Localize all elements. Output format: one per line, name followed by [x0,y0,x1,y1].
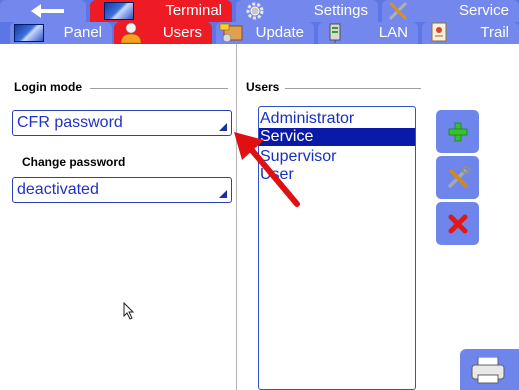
back-button[interactable] [0,0,86,22]
login-mode-panel [0,44,237,390]
subtab-panel-label: Panel [63,24,102,41]
login-mode-group-border [90,88,228,89]
subtab-lan[interactable]: LAN [318,22,418,44]
update-box-icon [219,23,243,43]
tab-terminal-label: Terminal [165,2,222,19]
change-password-value: deactivated [17,181,99,198]
tab-settings[interactable]: Settings [236,0,378,22]
subtab-update[interactable]: Update [216,22,314,44]
tab-terminal[interactable]: Terminal [90,0,232,22]
subtab-update-label: Update [255,24,304,41]
delete-user-button[interactable] [436,202,479,245]
subtab-users-label: Users [162,24,202,41]
tools-icon [447,165,470,188]
panel-icon [104,2,134,20]
user-icon [120,22,142,44]
certificate-icon [431,22,447,42]
tab-service-label: Service [458,2,509,19]
printer-icon [471,357,505,384]
panel-icon [14,24,44,42]
login-mode-value: CFR password [17,114,123,131]
network-server-icon [329,23,341,43]
users-group-border [285,88,421,89]
subtab-lan-label: LAN [378,24,408,41]
back-arrow-icon [31,4,64,18]
change-password-label: Change password [20,155,128,169]
users-group-title: Users [244,80,282,94]
edit-user-button[interactable] [436,156,479,199]
dropdown-triangle-icon [219,190,227,198]
gear-icon [246,2,264,20]
subtab-panel[interactable]: Panel [10,22,112,44]
print-button[interactable] [460,349,519,390]
annotation-arrow [234,132,300,207]
subtab-trail-label: Trail [480,24,509,41]
list-item-administrator[interactable]: Administrator [259,110,415,128]
subtab-users[interactable]: Users [114,22,212,44]
plus-icon [448,122,467,141]
tools-icon [388,1,408,21]
login-mode-group-title: Login mode [12,80,84,94]
close-icon [448,214,467,233]
top-navigation-bar: Terminal Settings Service Panel Users Up… [0,0,519,44]
change-password-select[interactable]: deactivated [12,177,232,203]
tab-settings-label: Settings [313,2,368,19]
dropdown-triangle-icon [219,123,227,131]
login-mode-select[interactable]: CFR password [12,110,232,136]
add-user-button[interactable] [436,110,479,153]
mouse-cursor-icon [123,302,135,320]
subtab-trail[interactable]: Trail [422,22,519,44]
tab-service[interactable]: Service [382,0,519,22]
